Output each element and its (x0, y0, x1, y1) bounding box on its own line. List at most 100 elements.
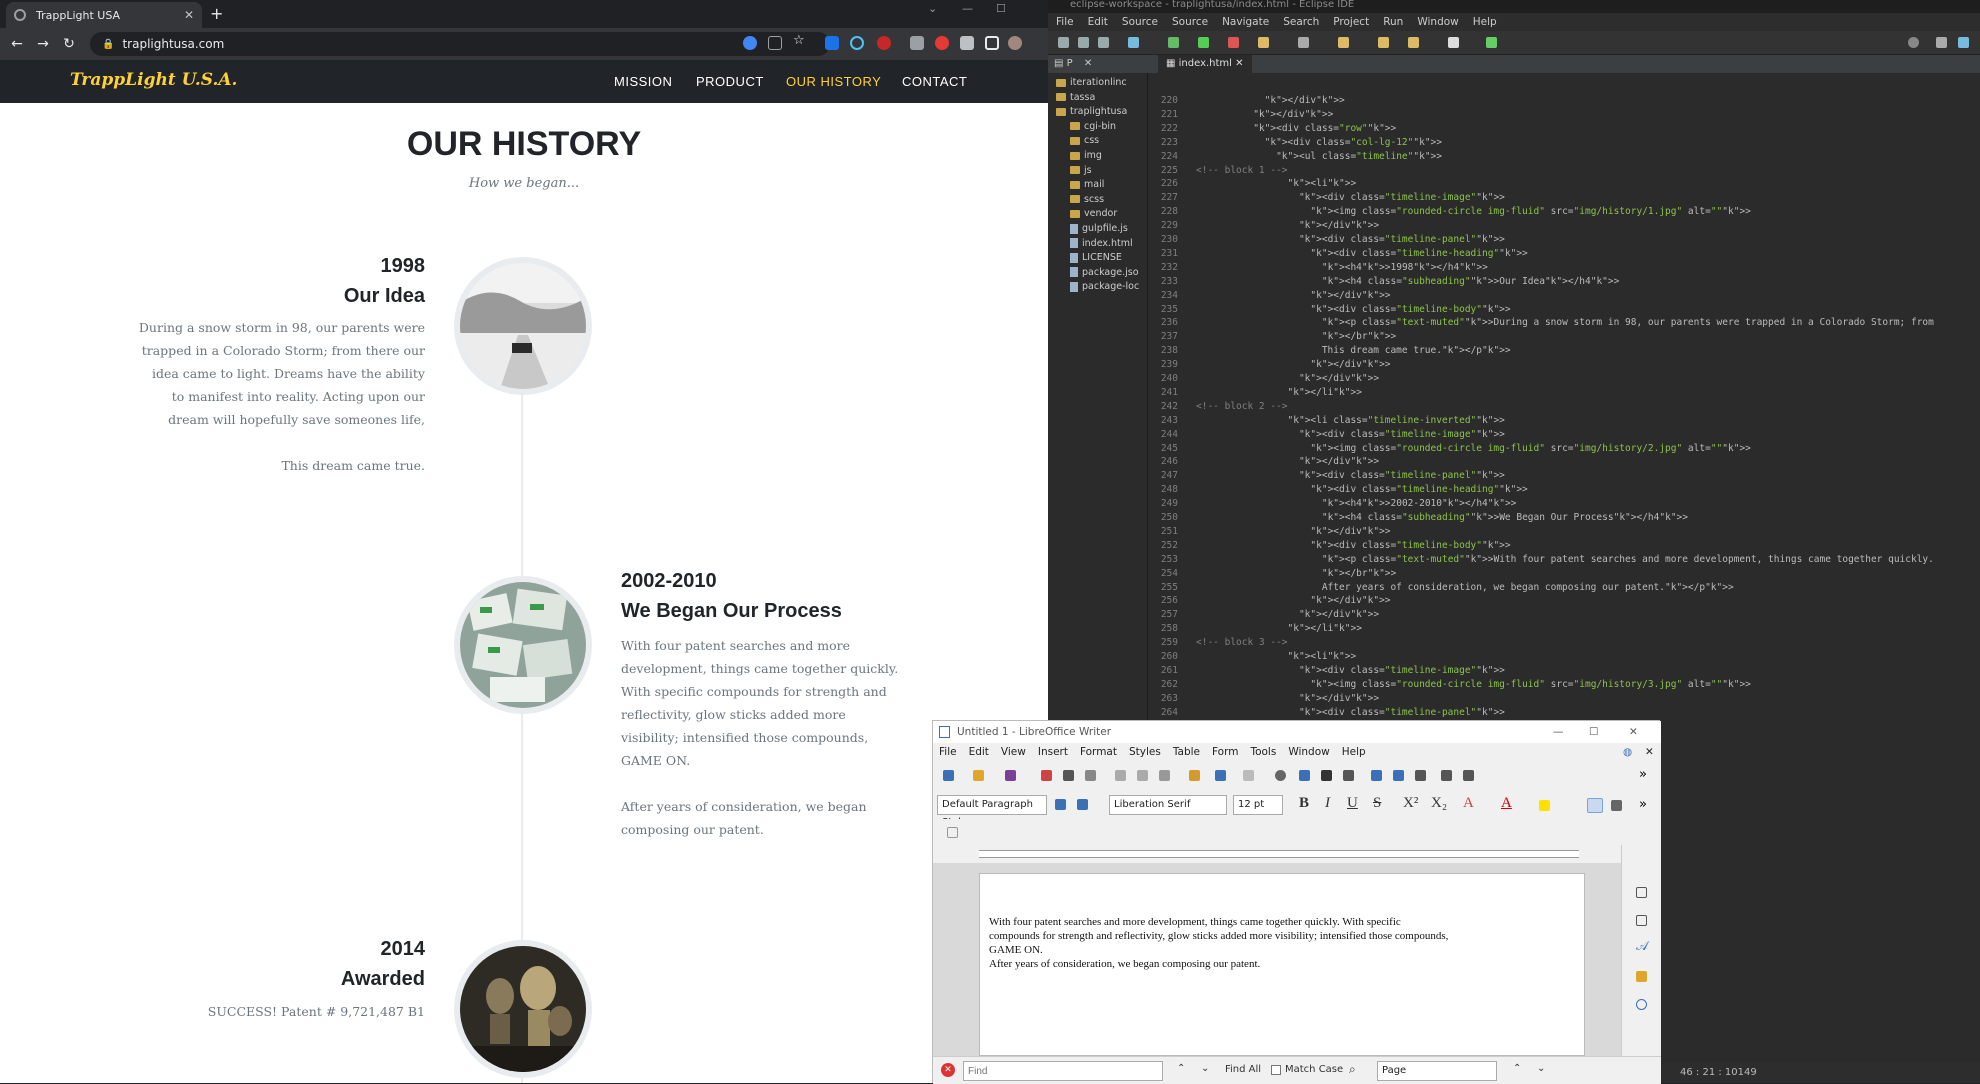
nav-product[interactable]: PRODUCT (696, 74, 764, 89)
menu-window[interactable]: Window (1417, 16, 1458, 28)
menu-tools[interactable]: Tools (1250, 746, 1276, 758)
maximize-icon[interactable]: ☐ (1589, 721, 1598, 743)
menu-edit[interactable]: Edit (1088, 16, 1108, 28)
debug-icon[interactable] (1168, 37, 1179, 48)
globe-icon[interactable]: ◍ (1623, 746, 1632, 758)
code-line[interactable]: "k"><div class="timeline-heading""k">> (1196, 484, 1527, 495)
minimize-icon[interactable]: — (1553, 721, 1564, 743)
menu-window[interactable]: Window (1288, 746, 1329, 758)
code-line[interactable]: "k"></div"k">> (1196, 109, 1333, 120)
ublock-icon[interactable] (877, 36, 891, 50)
nav-mission[interactable]: MISSION (614, 74, 672, 89)
navigator-icon[interactable] (1636, 999, 1647, 1010)
web-perspective-icon[interactable] (1958, 37, 1969, 48)
find-previous-icon[interactable]: ⌃ (1177, 1063, 1185, 1074)
tree-item[interactable]: cgi-bin (1070, 121, 1116, 132)
table-icon[interactable] (1343, 770, 1354, 781)
textbox-icon[interactable] (1415, 770, 1426, 781)
tree-item[interactable]: scss (1070, 194, 1104, 205)
menu-project[interactable]: Project (1333, 16, 1369, 28)
paragraph[interactable]: After years of consideration, we began c… (989, 957, 1449, 971)
code-line[interactable]: "k"><div class="row""k">> (1196, 123, 1396, 134)
maximize-icon[interactable]: ☐ (996, 2, 1006, 15)
forward-icon[interactable]: → (30, 36, 56, 52)
match-case-checkbox[interactable] (1271, 1065, 1281, 1075)
tree-item[interactable]: gulpfile.js (1070, 223, 1128, 234)
extension-s-icon[interactable] (825, 36, 839, 50)
tree-item[interactable]: package.jso (1070, 267, 1139, 278)
code-line[interactable]: "k"><h4 class="subheading""k">>We Began … (1196, 512, 1688, 523)
search-icon[interactable] (1908, 37, 1919, 48)
find-replace-dialog-icon[interactable]: ⌕ (1349, 1062, 1356, 1077)
new-doc-icon[interactable] (943, 770, 954, 781)
star-icon[interactable]: ☆ (793, 33, 807, 48)
new-style-icon[interactable] (1077, 799, 1088, 810)
formatting-marks-icon[interactable] (1321, 770, 1332, 781)
minimize-icon[interactable]: — (962, 2, 973, 15)
paste-icon[interactable] (1159, 770, 1170, 781)
reload-icon[interactable]: ↻ (56, 36, 82, 52)
strikethrough-button[interactable]: S (1373, 795, 1381, 812)
menu-edit[interactable]: Edit (969, 746, 989, 758)
code-line[interactable]: "k"><div class="timeline-panel""k">> (1196, 707, 1505, 718)
horizontal-ruler[interactable] (933, 845, 1661, 863)
tree-item[interactable]: css (1070, 135, 1099, 146)
next-edit-icon[interactable] (1448, 37, 1459, 48)
code-line[interactable]: "k"><img class="rounded-circle img-fluid… (1196, 206, 1751, 217)
bold-button[interactable]: B (1299, 795, 1309, 812)
code-line[interactable]: <!-- block 3 --> (1196, 637, 1288, 648)
save-icon[interactable] (1078, 37, 1089, 48)
tree-item[interactable]: LICENSE (1070, 252, 1122, 263)
code-line[interactable]: "k"><p class="text-muted""k">>During a s… (1196, 317, 1934, 328)
find-input[interactable] (963, 1061, 1163, 1081)
extension-gray-icon[interactable] (910, 36, 924, 50)
menu-source-2[interactable]: Source (1172, 16, 1208, 28)
tree-item[interactable]: index.html (1070, 238, 1133, 249)
code-line[interactable]: "k"><div class="timeline-heading""k">> (1196, 248, 1527, 259)
find-replace-icon[interactable] (1275, 770, 1286, 781)
code-line[interactable]: "k"><li"k">> (1196, 651, 1357, 662)
menu-form[interactable]: Form (1212, 746, 1238, 758)
code-line[interactable]: "k"><p class="text-muted""k">>With four … (1196, 554, 1934, 565)
close-tab-icon[interactable]: ✕ (184, 8, 194, 22)
save-all-icon[interactable] (1098, 37, 1109, 48)
annotation-icon[interactable] (1298, 37, 1309, 48)
site-logo[interactable]: TrappLight U.S.A. (70, 70, 237, 90)
scope-next-icon[interactable]: ⌄ (1537, 1063, 1545, 1074)
menu-help[interactable]: Help (1473, 16, 1497, 28)
spelling-icon[interactable] (1299, 770, 1310, 781)
code-line[interactable]: <!-- block 2 --> (1196, 401, 1288, 412)
code-line[interactable]: "k"><ul class="timeline""k">> (1196, 151, 1442, 162)
code-line[interactable]: "k"><div class="timeline-body""k">> (1196, 540, 1510, 551)
sidebar-icon[interactable] (985, 36, 999, 50)
chart-icon[interactable] (1393, 770, 1404, 781)
print-preview-icon[interactable] (1085, 770, 1096, 781)
code-line[interactable]: "k"><div class="timeline-image""k">> (1196, 665, 1505, 676)
paragraph[interactable]: With four patent searches and more devel… (989, 915, 1449, 957)
tree-item[interactable]: vendor (1070, 208, 1117, 219)
code-line[interactable]: "k"></li"k">> (1196, 623, 1362, 634)
code-line[interactable]: "k"></div"k">> (1196, 456, 1379, 467)
menu-search[interactable]: Search (1283, 16, 1319, 28)
extension-red-icon[interactable] (935, 36, 949, 50)
tree-item[interactable]: package-loc (1070, 281, 1139, 292)
profile-avatar[interactable] (1008, 36, 1022, 50)
code-line[interactable]: "k"><h4"k">>2002-2010"k"></h4"k">> (1196, 498, 1517, 509)
menu-table[interactable]: Table (1173, 746, 1200, 758)
code-line[interactable]: "k"><div class="timeline-panel""k">> (1196, 470, 1505, 481)
address-bar[interactable]: 🔒 traplightusa.com (90, 32, 830, 56)
browser-tab[interactable]: TrappLight USA ✕ (6, 2, 202, 28)
back-nav-icon[interactable] (1378, 37, 1389, 48)
nav-our-history[interactable]: OUR HISTORY (786, 74, 881, 89)
tree-item[interactable]: js (1070, 165, 1092, 176)
terminal-icon[interactable] (1128, 37, 1139, 48)
align-left-icon[interactable] (1587, 798, 1603, 813)
undo-icon[interactable] (1215, 770, 1226, 781)
paragraph-style-select[interactable]: Default Paragraph Style (937, 795, 1047, 828)
search-scope-select[interactable]: Page (1377, 1061, 1497, 1081)
menu-run[interactable]: Run (1383, 16, 1403, 28)
back-icon[interactable]: ← (4, 36, 30, 52)
share-icon[interactable] (768, 36, 782, 50)
editor-tab[interactable]: ▦ index.html ✕ (1158, 55, 1252, 73)
menu-file[interactable]: File (939, 746, 957, 758)
